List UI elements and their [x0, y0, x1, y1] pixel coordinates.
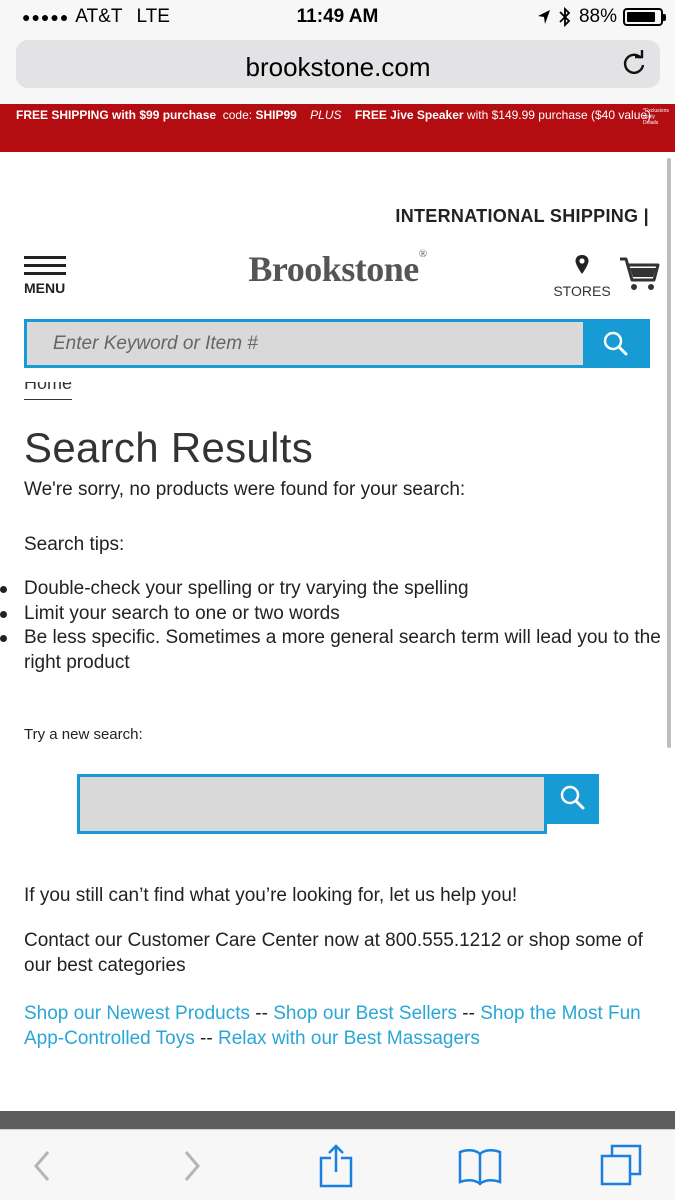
search-icon [560, 785, 585, 810]
header-search-bar [24, 319, 650, 368]
browser-address-area: brookstone.com [0, 34, 675, 104]
breadcrumb-home-text: Home [24, 382, 73, 393]
header-search-button[interactable] [583, 322, 647, 365]
search-tip: Be less specific. Sometimes a more gener… [0, 626, 664, 675]
logo-wordmark: Brookstone [248, 249, 419, 289]
search-tips-list: Double-check your spelling or try varyin… [0, 577, 664, 675]
promo-banner[interactable]: FREE SHIPPING with $99 purchase code: SH… [0, 104, 675, 152]
logo-registered-mark: ® [418, 248, 427, 260]
link-separator: -- [255, 1003, 268, 1024]
status-indicators: 88% [537, 6, 666, 28]
link-best-sellers[interactable]: Shop our Best Sellers [273, 1003, 457, 1024]
stores-button[interactable]: STORES [552, 254, 612, 299]
map-pin-icon [575, 255, 589, 274]
scrollbar[interactable] [667, 158, 671, 748]
link-separator: -- [200, 1027, 213, 1049]
status-bar: ●●●●● AT&T LTE 11:49 AM 88% [0, 0, 675, 34]
search-icon [603, 331, 628, 356]
url-text: brookstone.com [245, 52, 431, 82]
tabs-icon[interactable] [598, 1144, 646, 1188]
category-links: Shop our Newest Products -- Shop our Bes… [24, 1002, 654, 1051]
new-search-form [77, 774, 599, 834]
search-tip: Limit your search to one or two words [0, 602, 664, 627]
try-new-search-label: Try a new search: [24, 726, 143, 743]
bookmarks-icon[interactable] [456, 1144, 504, 1188]
reload-icon[interactable] [620, 50, 648, 78]
browser-toolbar [0, 1129, 675, 1200]
promo-free-speaker: FREE Jive Speaker [354, 108, 464, 122]
promo-plus: PLUS [310, 108, 342, 122]
promo-code-label: code: [222, 108, 253, 122]
cart-icon[interactable] [618, 256, 660, 292]
promo-speaker-terms: with $149.99 purchase ($40 value) [466, 108, 652, 122]
new-search-button[interactable] [544, 774, 599, 824]
promo-text: FREE SHIPPING with $99 purchase code: SH… [16, 108, 651, 122]
link-best-massagers[interactable]: Relax with our Best Massagers [218, 1028, 480, 1049]
contact-message: Contact our Customer Care Center now at … [24, 930, 643, 976]
stores-label: STORES [553, 283, 611, 299]
promo-free-shipping: FREE SHIPPING with $99 purchase [16, 108, 217, 122]
share-icon[interactable] [312, 1144, 360, 1188]
header-search-input[interactable] [27, 322, 586, 365]
search-tip: Double-check your spelling or try varyin… [0, 577, 664, 602]
link-newest-products[interactable]: Shop our Newest Products [24, 1003, 250, 1024]
bluetooth-icon [559, 7, 571, 27]
back-icon[interactable] [18, 1144, 66, 1188]
battery-icon [623, 8, 666, 26]
promo-code: SHIP99 [255, 108, 297, 122]
footer-strip [0, 1111, 675, 1129]
help-message: If you still can’t find what you’re look… [24, 885, 518, 906]
promo-exclusions-link[interactable]: *Exclusions apply Details [643, 108, 669, 126]
link-separator: -- [462, 1003, 475, 1024]
search-tips-label: Search tips: [24, 534, 125, 555]
battery-percent: 88% [578, 6, 617, 27]
forward-icon[interactable] [168, 1144, 216, 1188]
international-shipping-link[interactable]: INTERNATIONAL SHIPPING | [395, 206, 649, 227]
no-results-message: We're sorry, no products were found for … [24, 479, 466, 500]
location-icon [537, 10, 550, 24]
breadcrumb-home-link[interactable]: Home [24, 382, 84, 402]
battery-level [627, 12, 656, 22]
page-title: Search Results [24, 424, 313, 471]
new-search-input[interactable] [77, 774, 547, 834]
address-bar[interactable]: brookstone.com [16, 40, 660, 88]
